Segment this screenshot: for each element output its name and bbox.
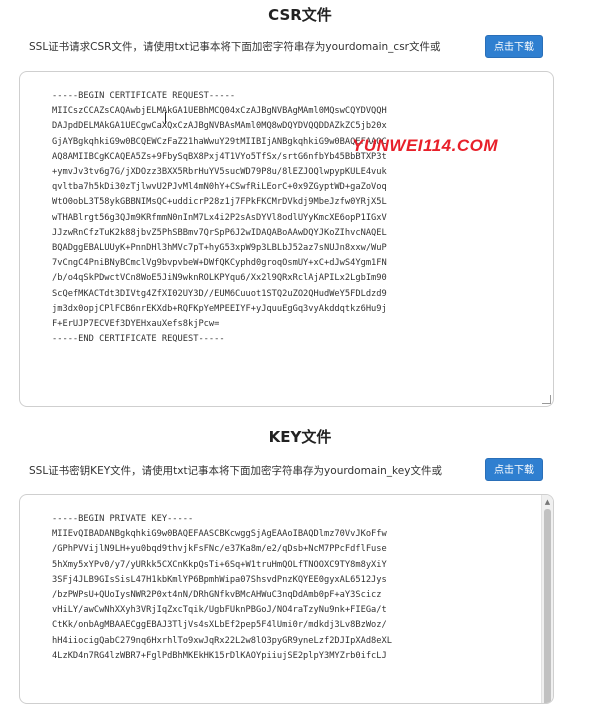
csr-content: -----BEGIN CERTIFICATE REQUEST----- MIIC…	[52, 91, 387, 345]
scroll-thumb[interactable]	[544, 509, 551, 703]
key-download-button[interactable]: 点击下载	[485, 458, 543, 481]
resize-grip-icon[interactable]	[542, 395, 551, 404]
key-scrollbar[interactable]: ▲	[541, 495, 553, 703]
csr-description: SSL证书请求CSR文件，请使用txt记事本将下面加密字符串存为yourdoma…	[29, 41, 441, 53]
csr-textarea[interactable]: -----BEGIN CERTIFICATE REQUEST----- MIIC…	[19, 71, 554, 407]
csr-download-button[interactable]: 点击下载	[485, 35, 543, 58]
watermark: YUNWEI114.COM	[352, 136, 498, 155]
csr-section-title: CSR文件	[268, 6, 332, 24]
key-content: -----BEGIN PRIVATE KEY----- MIIEvQIBADAN…	[52, 514, 392, 661]
key-textarea[interactable]: -----BEGIN PRIVATE KEY----- MIIEvQIBADAN…	[19, 494, 554, 704]
scroll-up-arrow-icon[interactable]: ▲	[542, 497, 553, 507]
key-description: SSL证书密钥KEY文件，请使用txt记事本将下面加密字符串存为yourdoma…	[29, 465, 442, 477]
text-cursor-icon	[165, 112, 166, 124]
key-section-title: KEY文件	[268, 428, 332, 446]
